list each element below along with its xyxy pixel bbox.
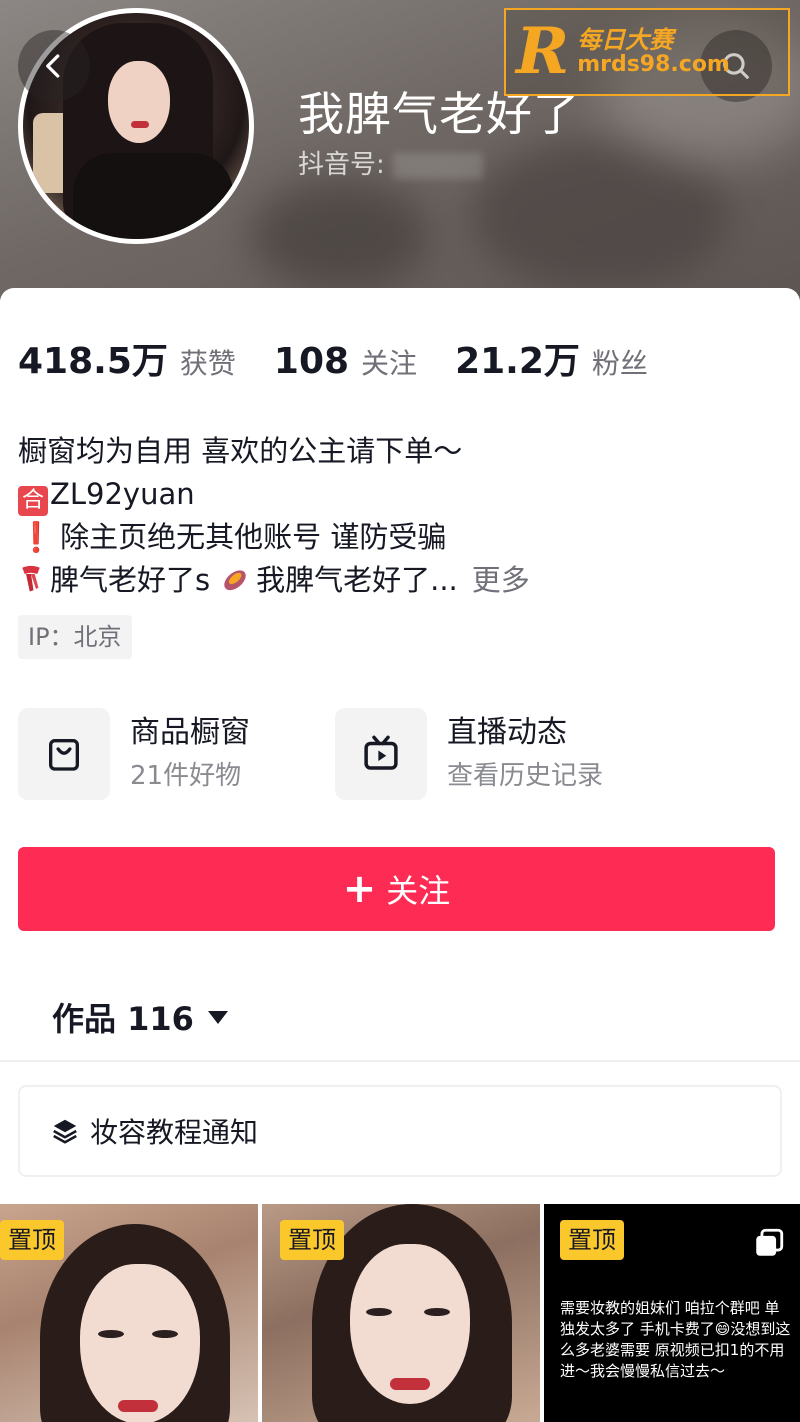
- douyin-id-label: 抖音号:: [298, 150, 385, 180]
- watermark-logo: R 每日大赛 mrds98.com: [504, 8, 790, 96]
- tv-icon: [364, 735, 398, 770]
- scarf-icon: [22, 565, 40, 592]
- stat-value: 21.2万: [455, 341, 580, 382]
- follow-button[interactable]: + 关注: [18, 847, 775, 931]
- layers-icon: [53, 1119, 77, 1144]
- shortcut-title: 商品橱窗: [130, 715, 250, 750]
- shortcut-title: 直播动态: [447, 715, 567, 750]
- exclamation-icon: ❗: [18, 520, 55, 554]
- sweet-potato-icon: [224, 570, 246, 591]
- stat-likes[interactable]: 418.5万 获赞: [18, 332, 236, 384]
- chevron-left-icon: [46, 54, 60, 78]
- stat-label: 粉丝: [591, 347, 648, 380]
- shortcut-subtitle: 查看历史记录: [447, 761, 604, 791]
- tab-works[interactable]: 作品 116: [52, 994, 228, 1040]
- profile-card: 418.5万 获赞 108 关注 21.2万 粉丝 橱窗均为自用 喜欢的公主请下…: [0, 288, 800, 1422]
- tab-works-label: 作品 116: [52, 1000, 194, 1038]
- collection-label: 妆容教程通知: [90, 1116, 259, 1149]
- bio-line: 橱窗均为自用 喜欢的公主请下单～: [18, 434, 463, 468]
- pinned-badge: 置顶: [280, 1220, 344, 1260]
- header-background-shape: [470, 140, 730, 290]
- more-link[interactable]: 更多: [472, 563, 530, 597]
- shopping-bag-icon: [49, 739, 79, 771]
- bio-text: 脾气老好了s: [50, 563, 211, 597]
- divider: [0, 1060, 800, 1062]
- live-history-entry[interactable]: 直播动态 查看历史记录: [335, 706, 603, 802]
- ip-location-tag: IP：北京: [18, 615, 132, 659]
- follow-button-label: 关注: [386, 872, 451, 910]
- plus-icon: +: [342, 866, 377, 912]
- badge-icon: 合: [18, 486, 48, 516]
- bio[interactable]: 橱窗均为自用 喜欢的公主请下单～ 合 ZL92yuan ❗ 除主页绝无其他账号 谨防…: [18, 430, 530, 602]
- stat-label: 获赞: [179, 347, 236, 380]
- video-thumbnail[interactable]: 置顶: [0, 1204, 258, 1422]
- stat-followers[interactable]: 21.2万 粉丝: [455, 332, 648, 384]
- stat-label: 关注: [361, 347, 418, 380]
- stat-value: 108: [273, 341, 350, 382]
- watermark-letter: R: [516, 14, 570, 89]
- bio-line: 合 ZL92yuan: [18, 473, 530, 516]
- pinned-badge: 置顶: [560, 1220, 624, 1260]
- video-thumbnail[interactable]: 置顶 需要妆教的姐妹们 咱拉个群吧 单独发太多了 手机卡费了😄没想到这么多老婆需…: [544, 1204, 800, 1422]
- back-button[interactable]: [18, 30, 90, 102]
- watermark-text: 每日大赛: [577, 25, 674, 54]
- bio-line: 脾气老好了s 我脾气老好了... 更多: [18, 559, 530, 602]
- bio-text: 我脾气老好了...: [256, 563, 458, 597]
- profile-header: 我脾气老好了 抖音号: R 每日大赛 mrds98.com: [0, 0, 800, 300]
- douyin-id-value-blurred: [393, 152, 484, 179]
- bio-text: 除主页绝无其他账号 谨防受骗: [60, 520, 447, 554]
- caret-down-icon: [207, 1010, 228, 1024]
- collection-entry[interactable]: 妆容教程通知: [18, 1085, 782, 1177]
- shortcut-subtitle: 21件好物: [130, 761, 242, 791]
- bio-text: ZL92yuan: [50, 477, 195, 511]
- douyin-id: 抖音号:: [298, 144, 484, 181]
- watermark-url: mrds98.com: [577, 52, 730, 78]
- stat-following[interactable]: 108 关注: [274, 341, 417, 382]
- bio-line: ❗ 除主页绝无其他账号 谨防受骗: [18, 516, 530, 559]
- pinned-badge: 置顶: [0, 1220, 64, 1260]
- video-grid: 置顶 置顶 置顶 需要妆教的姐妹们 咱拉个群吧 单独发太多了 手机卡费了😄没想到…: [0, 1204, 800, 1422]
- header-background-shape: [250, 180, 430, 290]
- multi-image-icon: [756, 1228, 784, 1256]
- video-caption: 需要妆教的姐妹们 咱拉个群吧 单独发太多了 手机卡费了😄没想到这么多老婆需要 原…: [560, 1299, 791, 1380]
- video-thumbnail[interactable]: 置顶: [262, 1204, 540, 1422]
- shop-window-entry[interactable]: 商品橱窗 21件好物: [18, 706, 250, 802]
- profile-stats: 418.5万 获赞 108 关注 21.2万 粉丝: [18, 332, 686, 384]
- stat-value: 418.5万: [18, 341, 168, 382]
